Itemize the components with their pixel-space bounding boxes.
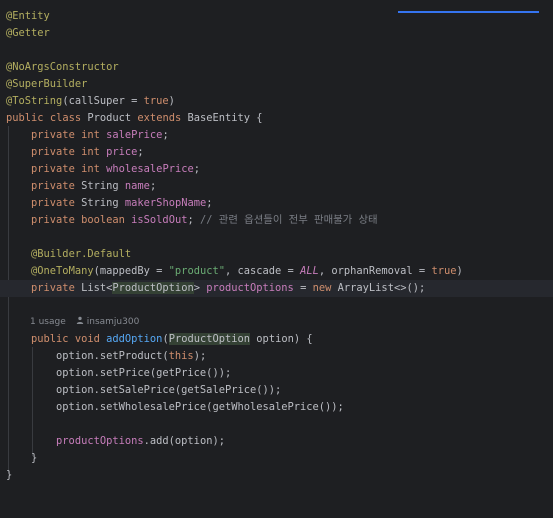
method-name: addOption [106,333,163,345]
code-editor[interactable]: @Entity @Getter @NoArgsConstructor @Supe… [0,0,553,493]
code-line: private int price; [0,144,553,161]
field-name: makerShopName [124,197,207,209]
field-name: salePrice [106,129,163,141]
code-token: ) [456,265,463,277]
code-token: ArrayList<>(); [331,282,426,294]
code-token: option.setWholesalePrice(getWholesalePri… [56,401,344,413]
code-line: option.setSalePrice(getSalePrice()); [0,382,553,399]
code-token: ; [193,163,200,175]
code-line: @SuperBuilder [0,76,553,93]
type: String [81,180,119,192]
code-line: option.setPrice(getPrice()); [0,365,553,382]
class-close-brace: } [6,469,13,481]
type: int [81,146,100,158]
code-line: @Entity [0,8,553,25]
usage-count[interactable]: 1 usage [30,317,66,327]
field-name: wholesalePrice [106,163,194,175]
type-highlighted: ProductOption [112,282,194,294]
code-line: @OneToMany(mappedBy = "product", cascade… [0,263,553,280]
keyword-public: public [6,112,44,124]
method-close-brace: } [31,452,38,464]
modifier: private [31,197,75,209]
static-constant: ALL [300,265,319,277]
keyword-true: true [431,265,457,277]
code-line: private String name; [0,178,553,195]
code-token: , orphanRemoval = [318,265,432,277]
code-token: ; [149,180,157,192]
code-line: public class Product extends BaseEntity … [0,110,553,127]
code-token: ; [162,129,169,141]
code-line: @NoArgsConstructor [0,59,553,76]
modifier: private [31,129,75,141]
code-token: ( [162,333,169,345]
code-line: @Builder.Default [0,246,553,263]
type-highlighted: ProductOption [168,333,251,345]
keyword-public: public [31,333,69,345]
type: List< [81,282,113,294]
type: > [193,282,200,294]
code-line: } [0,467,553,484]
keyword-new: new [312,282,332,294]
type: int [81,129,100,141]
code-token: ; [137,146,144,158]
modifier: private [31,282,75,294]
code-vision-hint[interactable]: 1 usage insamju300 [30,314,139,331]
modifier: private [31,180,75,192]
code-token: option.setPrice(getPrice()); [56,367,232,379]
code-line: private String makerShopName; [0,195,553,212]
modifier: private [31,146,75,158]
type: String [81,197,119,209]
code-line: public void addOption(ProductOption opti… [0,331,553,348]
code-line: private int wholesalePrice; [0,161,553,178]
type: int [81,163,100,175]
code-line: private boolean isSoldOut; // 관련 옵션들이 전부… [0,212,553,229]
annotation-no-args-constructor: @NoArgsConstructor [6,61,119,73]
code-token: option.setSalePrice(getSalePrice()); [56,384,282,396]
author-name[interactable]: insamju300 [87,317,140,327]
type: boolean [81,214,125,226]
field-name: productOptions [56,435,144,447]
code-token: (mappedBy = [93,265,169,277]
keyword-true: true [143,95,169,107]
string-literal: "product" [168,265,225,277]
modifier: private [31,163,75,175]
annotation-builder-default: @Builder.Default [31,248,132,260]
code-token: (callSuper = [62,95,144,107]
code-line: @Getter [0,25,553,42]
base-class: BaseEntity { [187,112,263,124]
keyword-void: void [74,333,100,345]
code-line: option.setProduct(this); [0,348,553,365]
class-name: Product [87,112,132,124]
annotation-entity: @Entity [6,10,50,22]
code-token: ); [193,350,207,362]
author-icon [76,314,84,331]
keyword-class: class [49,112,82,124]
code-token: = [293,282,313,294]
code-token: , cascade = [224,265,301,277]
annotation-getter: @Getter [6,27,50,39]
code-token: .add(option); [143,435,225,447]
code-token: ) [168,95,175,107]
code-line: @ToString(callSuper = true) [0,93,553,110]
keyword-extends: extends [137,112,182,124]
code-token: ; [206,197,213,209]
field-name: isSoldOut [131,214,188,226]
line-comment: // 관련 옵션들이 전부 판매불가 상태 [200,214,378,226]
annotation-to-string: @ToString [6,95,63,107]
field-name: price [106,146,138,158]
code-token: ; [187,214,194,226]
modifier: private [31,214,75,226]
code-line-current: private List<ProductOption> productOptio… [0,280,553,297]
annotation-super-builder: @SuperBuilder [6,78,88,90]
code-line: option.setWholesalePrice(getWholesalePri… [0,399,553,416]
keyword-this: this [168,350,194,362]
code-token: option) { [250,333,313,345]
code-line: } [0,450,553,467]
field-name: name [124,180,150,192]
annotation-one-to-many: @OneToMany [31,265,94,277]
code-line: productOptions.add(option); [0,433,553,450]
code-token: option.setProduct( [56,350,169,362]
field-name: productOptions [206,282,294,294]
code-line: private int salePrice; [0,127,553,144]
